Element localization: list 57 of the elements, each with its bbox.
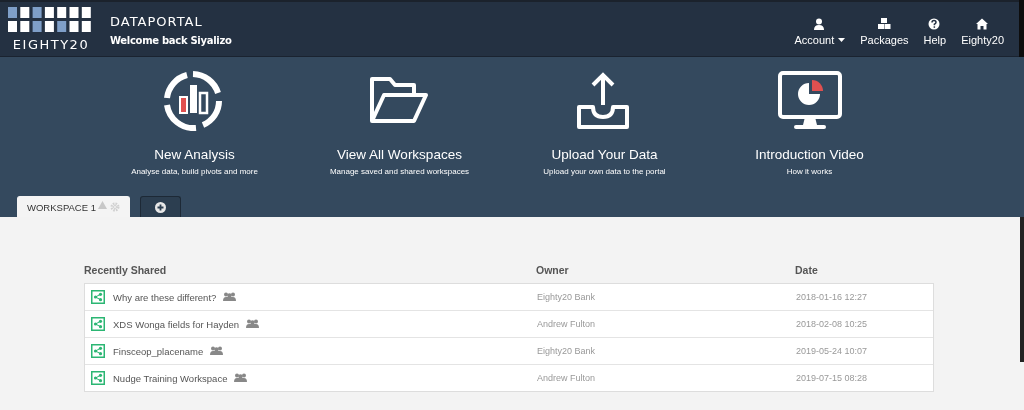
workspace-name: Why are these different? bbox=[113, 291, 217, 303]
help-icon bbox=[928, 18, 942, 30]
group-icon bbox=[223, 292, 237, 302]
tab-label: WORKSPACE 1 bbox=[27, 201, 96, 213]
table-row[interactable]: XDS Wonga fields for Hayden Andrew Fulton 2018-02-08 10:25 bbox=[85, 310, 933, 337]
date-cell-text: 2019-07-15 08:28 bbox=[796, 373, 869, 383]
share-icon bbox=[91, 371, 105, 385]
add-tab[interactable] bbox=[140, 196, 181, 217]
column-header: Recently Shared bbox=[84, 264, 168, 276]
table-row[interactable]: Finsceop_placename Eighty20 Bank 2019-05-24 10:07 bbox=[85, 337, 933, 364]
user-icon bbox=[813, 18, 827, 30]
owner-cell-text: Andrew Fulton bbox=[537, 373, 597, 383]
warning-icon bbox=[98, 201, 107, 209]
boxes-icon bbox=[877, 18, 891, 30]
workspace-tab[interactable]: WORKSPACE 1 bbox=[17, 196, 130, 217]
share-icon bbox=[91, 344, 105, 358]
action-link[interactable]: View All Workspaces bbox=[337, 147, 462, 162]
group-icon bbox=[210, 346, 224, 356]
app-title: DATAPORTAL bbox=[110, 14, 204, 29]
share-icon bbox=[91, 317, 105, 331]
action-subtitle: Upload your own data to the portal bbox=[543, 167, 666, 176]
workspace-name: XDS Wonga fields for Hayden bbox=[113, 318, 240, 330]
action-subtitle: How it works bbox=[786, 167, 833, 176]
nav-packages-link[interactable]: Packages bbox=[860, 18, 909, 46]
share-icon bbox=[91, 290, 105, 304]
group-icon bbox=[234, 373, 248, 383]
action-link[interactable]: Upload Your Data bbox=[551, 147, 658, 162]
workspace-name: Finsceop_placename bbox=[113, 345, 204, 357]
gear-icon bbox=[110, 202, 120, 212]
date-cell-text: 2019-05-24 10:07 bbox=[796, 346, 869, 356]
welcome-text: Welcome back Siyalizo bbox=[110, 35, 232, 46]
owner-cell-text: Andrew Fulton bbox=[537, 319, 597, 329]
scrollbar[interactable] bbox=[1019, 0, 1024, 57]
owner-cell-text: Eighty20 Bank bbox=[537, 346, 597, 356]
group-icon bbox=[246, 319, 260, 329]
logo[interactable]: EIGHTY20 bbox=[8, 7, 94, 51]
date-cell-text: 2018-02-08 10:25 bbox=[796, 319, 869, 329]
date-cell-text: 2018-01-16 12:27 bbox=[796, 292, 869, 302]
workspace-name: Nudge Training Workspace bbox=[113, 372, 228, 384]
nav-help-link[interactable]: Help bbox=[923, 18, 947, 46]
table-row[interactable]: Nudge Training Workspace Andrew Fulton 2019-07-15 08:28 bbox=[85, 364, 933, 391]
nav-home-link[interactable]: Eighty20 bbox=[961, 18, 1004, 46]
action-link[interactable]: Introduction Video bbox=[755, 147, 864, 162]
column-header: Date bbox=[795, 264, 819, 276]
logo-text: EIGHTY20 bbox=[12, 38, 90, 51]
column-header: Owner bbox=[536, 264, 570, 276]
monitor-pie-chart-icon bbox=[777, 71, 842, 131]
caret-icon bbox=[838, 38, 846, 42]
action-subtitle: Analyse data, build pivots and more bbox=[131, 167, 258, 176]
owner-cell-text: Eighty20 Bank bbox=[537, 292, 597, 302]
home-icon bbox=[976, 18, 990, 30]
scrollbar[interactable] bbox=[1020, 217, 1024, 362]
nav-account-link[interactable]: Account bbox=[794, 18, 846, 46]
action-link[interactable]: New Analysis bbox=[154, 147, 235, 162]
action-subtitle: Manage saved and shared workspaces bbox=[329, 167, 470, 176]
add-icon bbox=[155, 201, 166, 213]
table-row[interactable]: Why are these different? Eighty20 Bank 2018-01-16 12:27 bbox=[85, 284, 933, 310]
